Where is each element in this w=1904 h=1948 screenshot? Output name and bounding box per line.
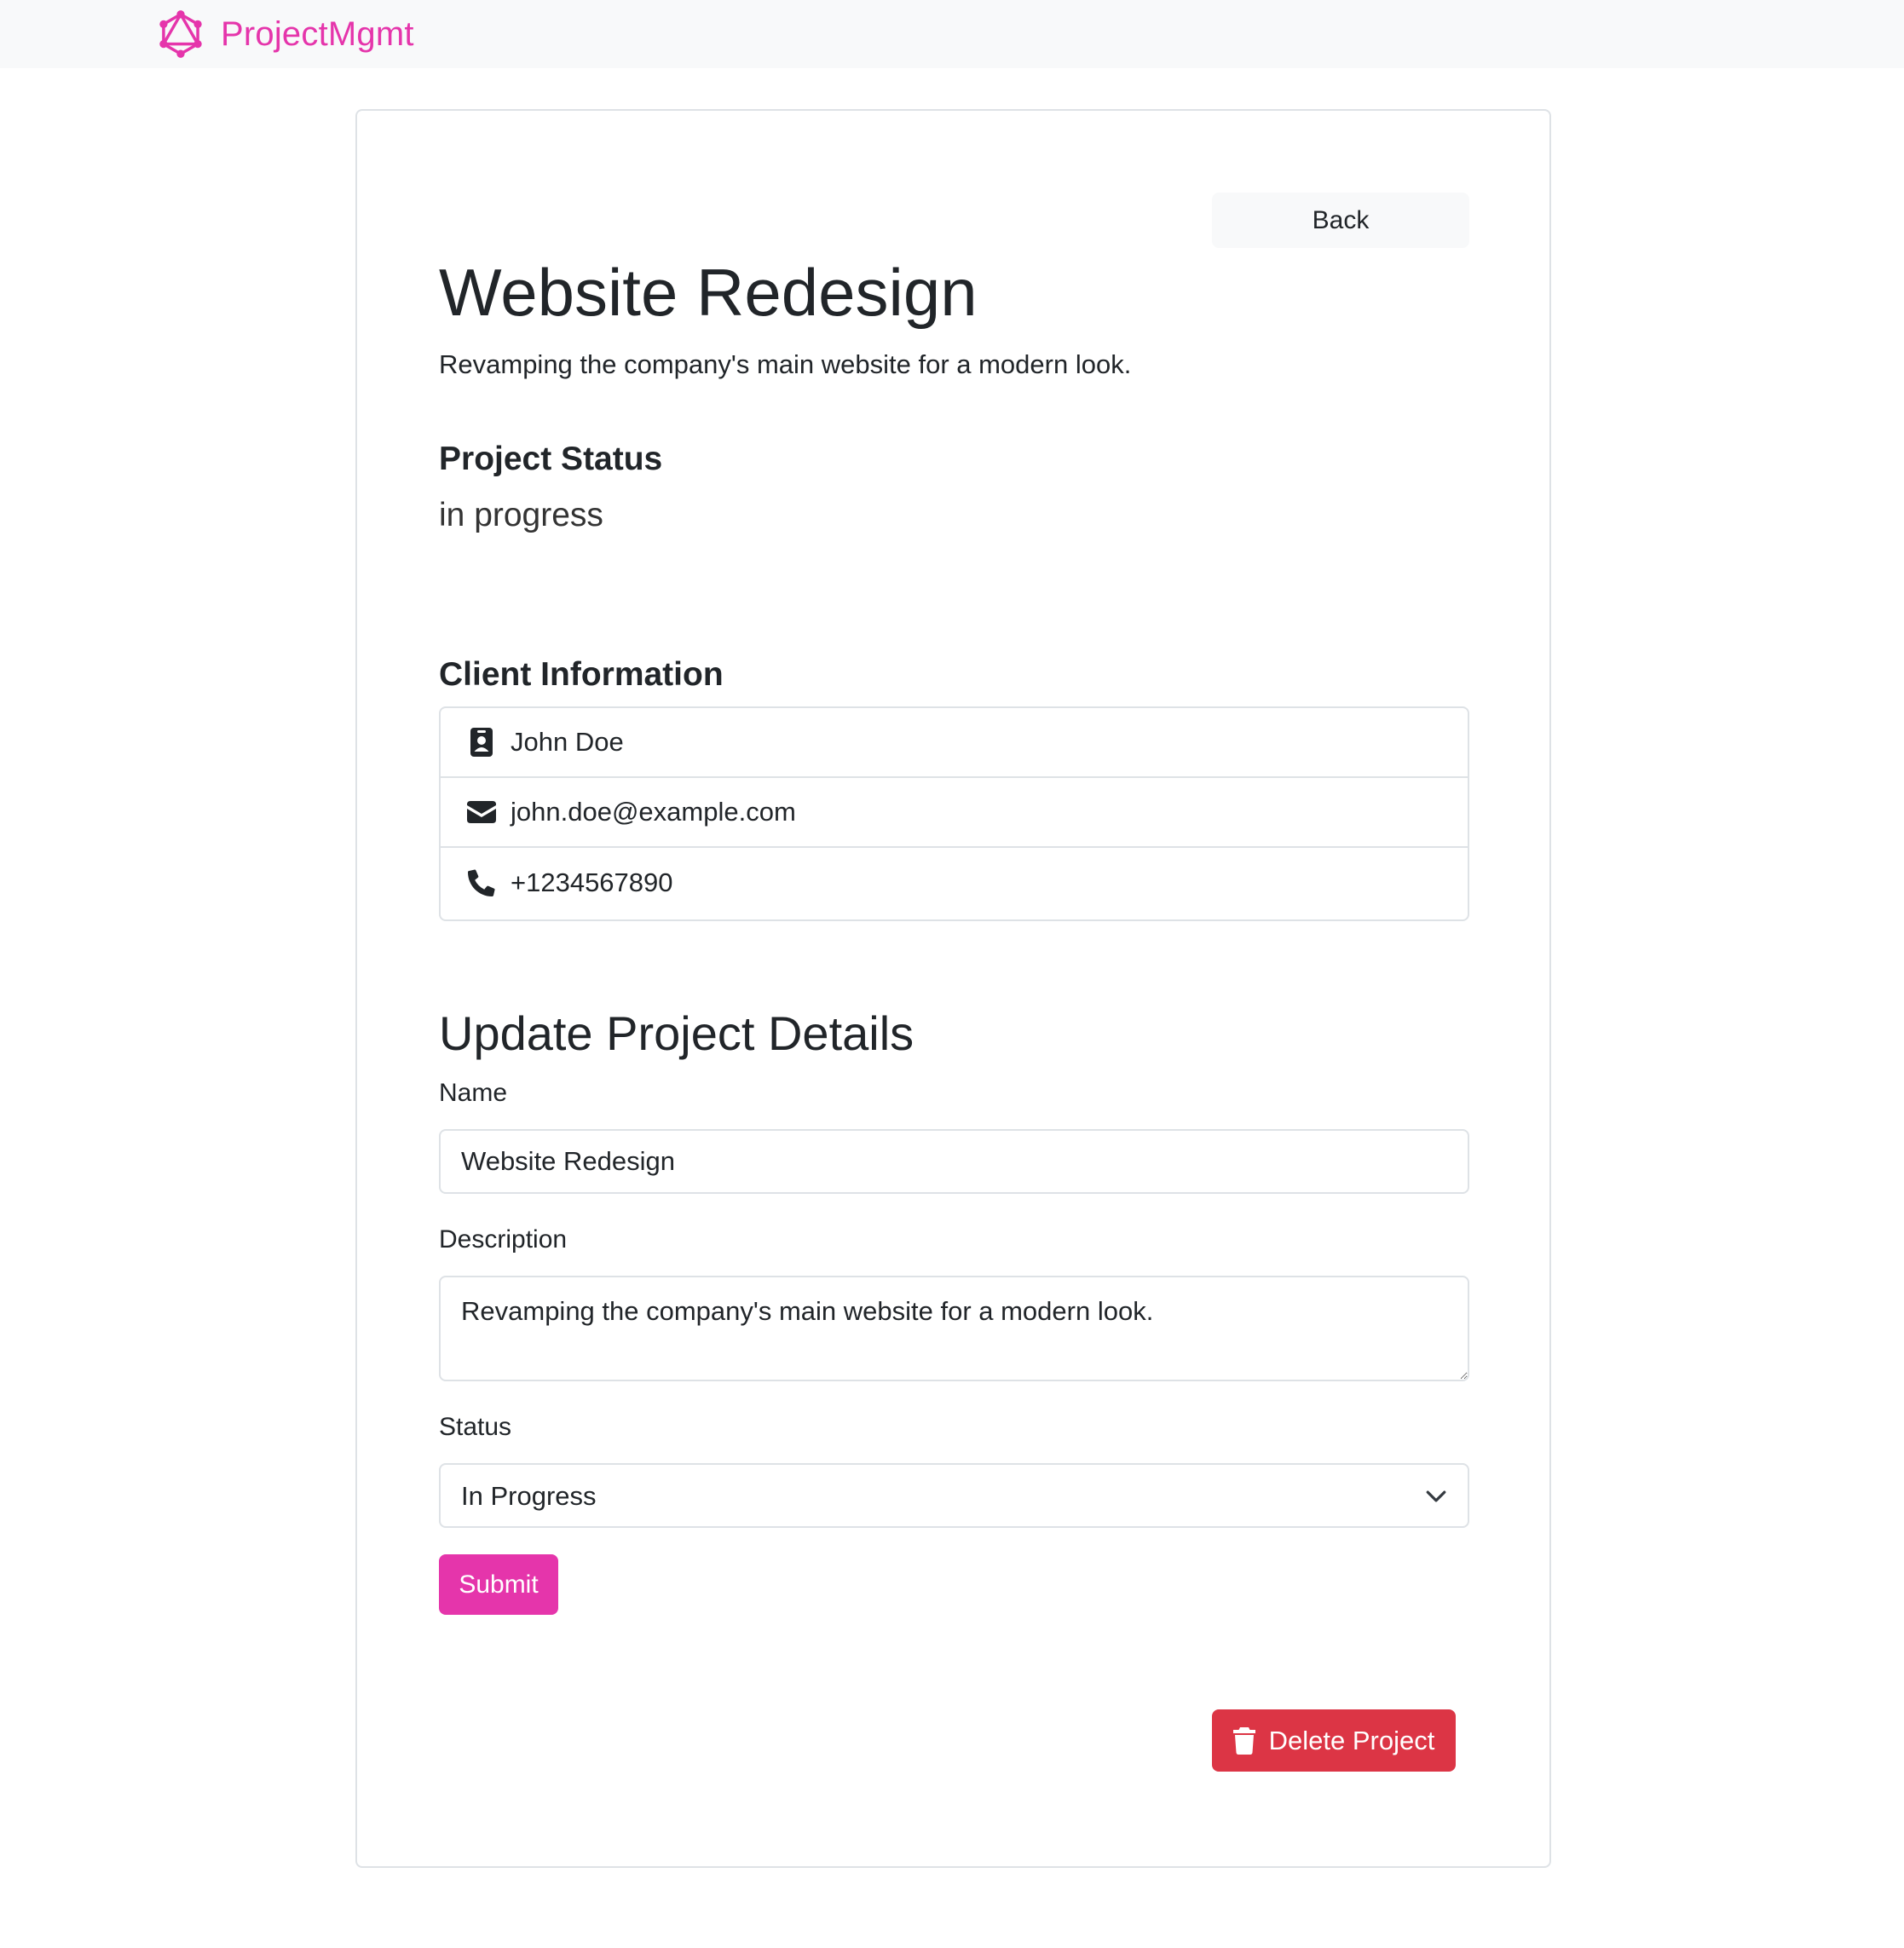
navbar: ProjectMgmt: [0, 0, 1904, 68]
description-label: Description: [439, 1225, 568, 1254]
client-info-list: John Doe john.doe@example.com +123456789…: [439, 706, 1469, 921]
client-info-heading: Client Information: [439, 656, 724, 693]
status-label: Status: [439, 1413, 512, 1441]
name-label: Name: [439, 1079, 508, 1107]
project-title: Website Redesign: [439, 255, 978, 330]
brand-name: ProjectMgmt: [221, 14, 414, 53]
project-description: Revamping the company's main website for…: [439, 349, 1132, 379]
project-card: Back Website Redesign Revamping the comp…: [355, 109, 1551, 1868]
delete-project-button[interactable]: Delete Project: [1212, 1709, 1456, 1772]
client-phone-item: +1234567890: [441, 848, 1468, 918]
status-select[interactable]: In Progress: [439, 1463, 1469, 1528]
project-status-heading: Project Status: [439, 441, 663, 477]
back-button[interactable]: Back: [1212, 193, 1469, 248]
brand-link[interactable]: ProjectMgmt: [156, 9, 414, 60]
delete-project-label: Delete Project: [1268, 1725, 1435, 1755]
client-phone: +1234567890: [511, 867, 673, 897]
update-details-heading: Update Project Details: [439, 1006, 914, 1060]
submit-button[interactable]: Submit: [439, 1554, 558, 1615]
client-name-item: John Doe: [441, 708, 1468, 778]
phone-icon: [466, 867, 497, 898]
name-input[interactable]: [439, 1129, 1469, 1194]
id-badge-icon: [466, 727, 497, 758]
client-email: john.doe@example.com: [511, 797, 796, 827]
graphql-logo-icon: [159, 10, 202, 58]
trash-icon: [1232, 1726, 1255, 1755]
description-textarea[interactable]: Revamping the company's main website for…: [439, 1276, 1469, 1381]
envelope-icon: [466, 797, 497, 827]
project-status-value: in progress: [439, 497, 603, 533]
status-select-wrapper: In Progress: [439, 1463, 1469, 1528]
client-name: John Doe: [511, 727, 624, 757]
client-email-item: john.doe@example.com: [441, 778, 1468, 848]
